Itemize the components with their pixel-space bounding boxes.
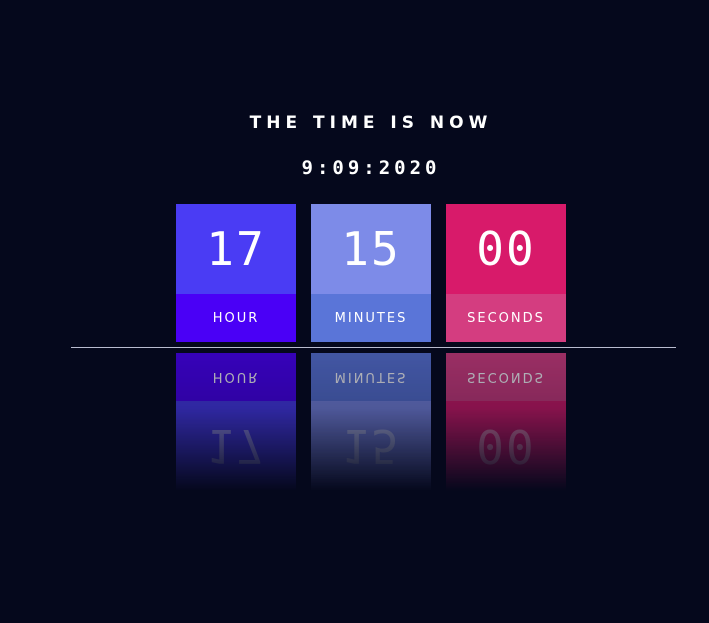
minutes-label: MINUTES — [311, 294, 431, 342]
seconds-value-reflection: 00 — [446, 401, 566, 491]
hour-tile: 17 HOUR — [176, 204, 296, 342]
hour-label: HOUR — [176, 294, 296, 342]
minutes-label-reflection: MINUTES — [311, 353, 431, 401]
tiles-reflection: 17 HOUR 15 MINUTES 00 SECONDS — [176, 353, 566, 491]
minutes-value: 15 — [311, 204, 431, 294]
minutes-tile-reflection: 15 MINUTES — [311, 353, 431, 491]
minutes-tile: 15 MINUTES — [311, 204, 431, 342]
seconds-tile-reflection: 00 SECONDS — [446, 353, 566, 491]
seconds-label: SECONDS — [446, 294, 566, 342]
hour-label-reflection: HOUR — [176, 353, 296, 401]
hour-tile-reflection: 17 HOUR — [176, 353, 296, 491]
date-display: 9:09:2020 — [301, 157, 441, 179]
hour-value: 17 — [176, 204, 296, 294]
seconds-label-reflection: SECONDS — [446, 353, 566, 401]
seconds-value: 00 — [446, 204, 566, 294]
seconds-tile: 00 SECONDS — [446, 204, 566, 342]
divider-line — [71, 347, 676, 348]
time-tiles: 17 HOUR 15 MINUTES 00 SECONDS — [176, 204, 566, 342]
hour-value-reflection: 17 — [176, 401, 296, 491]
minutes-value-reflection: 15 — [311, 401, 431, 491]
page-heading: THE TIME IS NOW — [249, 113, 493, 133]
